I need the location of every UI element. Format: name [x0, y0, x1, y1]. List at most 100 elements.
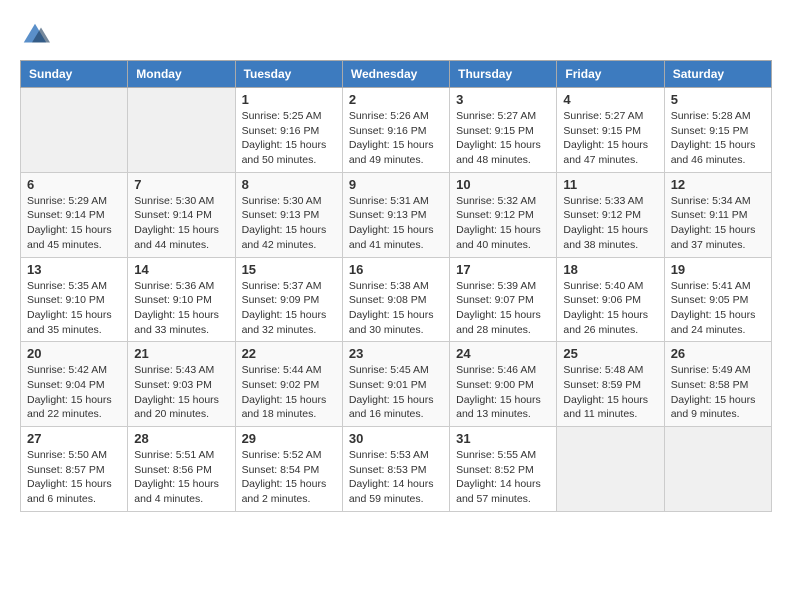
day-info: Sunrise: 5:31 AM Sunset: 9:13 PM Dayligh… [349, 194, 443, 253]
day-number: 2 [349, 92, 443, 107]
day-number: 19 [671, 262, 765, 277]
day-info: Sunrise: 5:38 AM Sunset: 9:08 PM Dayligh… [349, 279, 443, 338]
calendar-cell: 23 Sunrise: 5:45 AM Sunset: 9:01 PM Dayli… [342, 342, 449, 427]
day-info: Sunrise: 5:28 AM Sunset: 9:15 PM Dayligh… [671, 109, 765, 168]
day-info: Sunrise: 5:34 AM Sunset: 9:11 PM Dayligh… [671, 194, 765, 253]
day-number: 21 [134, 346, 228, 361]
logo [20, 20, 54, 50]
calendar-cell: 6 Sunrise: 5:29 AM Sunset: 9:14 PM Daylig… [21, 172, 128, 257]
logo-icon [20, 20, 50, 50]
calendar-cell [664, 427, 771, 512]
calendar-cell: 8Sunrise: 5:30 AM Sunset: 9:13 PM Daylig… [235, 172, 342, 257]
day-number: 28 [134, 431, 228, 446]
calendar-body: 1Sunrise: 5:25 AM Sunset: 9:16 PM Daylig… [21, 88, 772, 512]
day-number: 9 [349, 177, 443, 192]
calendar-cell: 12 Sunrise: 5:34 AM Sunset: 9:11 PM Dayli… [664, 172, 771, 257]
day-info: Sunrise: 5:39 AM Sunset: 9:07 PM Dayligh… [456, 279, 550, 338]
day-number: 30 [349, 431, 443, 446]
header-cell-monday: Monday [128, 61, 235, 88]
calendar-cell: 31Sunrise: 5:55 AM Sunset: 8:52 PM Dayli… [450, 427, 557, 512]
day-number: 1 [242, 92, 336, 107]
calendar-cell: 4 Sunrise: 5:27 AM Sunset: 9:15 PM Daylig… [557, 88, 664, 173]
calendar-cell: 30Sunrise: 5:53 AM Sunset: 8:53 PM Dayli… [342, 427, 449, 512]
calendar-cell: 25 Sunrise: 5:48 AM Sunset: 8:59 PM Dayli… [557, 342, 664, 427]
header-cell-saturday: Saturday [664, 61, 771, 88]
week-row: 6 Sunrise: 5:29 AM Sunset: 9:14 PM Daylig… [21, 172, 772, 257]
day-number: 5 [671, 92, 765, 107]
day-info: Sunrise: 5:55 AM Sunset: 8:52 PM Dayligh… [456, 448, 550, 507]
day-info: Sunrise: 5:35 AM Sunset: 9:10 PM Dayligh… [27, 279, 121, 338]
calendar-cell: 10 Sunrise: 5:32 AM Sunset: 9:12 PM Dayli… [450, 172, 557, 257]
calendar-cell: 19 Sunrise: 5:41 AM Sunset: 9:05 PM Dayli… [664, 257, 771, 342]
day-number: 25 [563, 346, 657, 361]
calendar-cell: 7Sunrise: 5:30 AM Sunset: 9:14 PM Daylig… [128, 172, 235, 257]
calendar-cell: 16 Sunrise: 5:38 AM Sunset: 9:08 PM Dayli… [342, 257, 449, 342]
day-number: 12 [671, 177, 765, 192]
day-info: Sunrise: 5:40 AM Sunset: 9:06 PM Dayligh… [563, 279, 657, 338]
day-number: 4 [563, 92, 657, 107]
calendar-cell: 28 Sunrise: 5:51 AM Sunset: 8:56 PM Dayli… [128, 427, 235, 512]
day-info: Sunrise: 5:33 AM Sunset: 9:12 PM Dayligh… [563, 194, 657, 253]
day-number: 10 [456, 177, 550, 192]
week-row: 20 Sunrise: 5:42 AM Sunset: 9:04 PM Dayli… [21, 342, 772, 427]
day-number: 17 [456, 262, 550, 277]
header-cell-sunday: Sunday [21, 61, 128, 88]
day-info: Sunrise: 5:45 AM Sunset: 9:01 PM Dayligh… [349, 363, 443, 422]
day-info: Sunrise: 5:29 AM Sunset: 9:14 PM Dayligh… [27, 194, 121, 253]
day-info: Sunrise: 5:44 AM Sunset: 9:02 PM Dayligh… [242, 363, 336, 422]
calendar-cell: 17 Sunrise: 5:39 AM Sunset: 9:07 PM Dayli… [450, 257, 557, 342]
calendar-cell [21, 88, 128, 173]
day-info: Sunrise: 5:43 AM Sunset: 9:03 PM Dayligh… [134, 363, 228, 422]
day-number: 15 [242, 262, 336, 277]
header-cell-thursday: Thursday [450, 61, 557, 88]
day-info: Sunrise: 5:52 AM Sunset: 8:54 PM Dayligh… [242, 448, 336, 507]
calendar-cell: 3 Sunrise: 5:27 AM Sunset: 9:15 PM Daylig… [450, 88, 557, 173]
calendar-cell: 1Sunrise: 5:25 AM Sunset: 9:16 PM Daylig… [235, 88, 342, 173]
day-info: Sunrise: 5:30 AM Sunset: 9:14 PM Dayligh… [134, 194, 228, 253]
calendar-cell [557, 427, 664, 512]
day-info: Sunrise: 5:32 AM Sunset: 9:12 PM Dayligh… [456, 194, 550, 253]
calendar-cell: 5 Sunrise: 5:28 AM Sunset: 9:15 PM Daylig… [664, 88, 771, 173]
calendar-cell: 9 Sunrise: 5:31 AM Sunset: 9:13 PM Daylig… [342, 172, 449, 257]
day-info: Sunrise: 5:49 AM Sunset: 8:58 PM Dayligh… [671, 363, 765, 422]
day-number: 24 [456, 346, 550, 361]
calendar-cell [128, 88, 235, 173]
day-info: Sunrise: 5:51 AM Sunset: 8:56 PM Dayligh… [134, 448, 228, 507]
header-cell-wednesday: Wednesday [342, 61, 449, 88]
day-number: 23 [349, 346, 443, 361]
day-number: 11 [563, 177, 657, 192]
day-info: Sunrise: 5:42 AM Sunset: 9:04 PM Dayligh… [27, 363, 121, 422]
week-row: 13 Sunrise: 5:35 AM Sunset: 9:10 PM Dayli… [21, 257, 772, 342]
day-info: Sunrise: 5:36 AM Sunset: 9:10 PM Dayligh… [134, 279, 228, 338]
calendar-cell: 14 Sunrise: 5:36 AM Sunset: 9:10 PM Dayli… [128, 257, 235, 342]
day-number: 8 [242, 177, 336, 192]
calendar-cell: 27Sunrise: 5:50 AM Sunset: 8:57 PM Dayli… [21, 427, 128, 512]
day-number: 20 [27, 346, 121, 361]
calendar-cell: 15 Sunrise: 5:37 AM Sunset: 9:09 PM Dayli… [235, 257, 342, 342]
day-number: 13 [27, 262, 121, 277]
day-info: Sunrise: 5:26 AM Sunset: 9:16 PM Dayligh… [349, 109, 443, 168]
calendar-cell: 21 Sunrise: 5:43 AM Sunset: 9:03 PM Dayli… [128, 342, 235, 427]
day-info: Sunrise: 5:48 AM Sunset: 8:59 PM Dayligh… [563, 363, 657, 422]
page-header [20, 20, 772, 50]
day-info: Sunrise: 5:46 AM Sunset: 9:00 PM Dayligh… [456, 363, 550, 422]
day-number: 29 [242, 431, 336, 446]
day-info: Sunrise: 5:27 AM Sunset: 9:15 PM Dayligh… [563, 109, 657, 168]
day-number: 14 [134, 262, 228, 277]
calendar-cell: 18Sunrise: 5:40 AM Sunset: 9:06 PM Dayli… [557, 257, 664, 342]
day-number: 26 [671, 346, 765, 361]
calendar-cell: 11 Sunrise: 5:33 AM Sunset: 9:12 PM Dayli… [557, 172, 664, 257]
week-row: 1Sunrise: 5:25 AM Sunset: 9:16 PM Daylig… [21, 88, 772, 173]
day-number: 6 [27, 177, 121, 192]
calendar-header: SundayMondayTuesdayWednesdayThursdayFrid… [21, 61, 772, 88]
calendar-table: SundayMondayTuesdayWednesdayThursdayFrid… [20, 60, 772, 512]
day-number: 16 [349, 262, 443, 277]
day-info: Sunrise: 5:41 AM Sunset: 9:05 PM Dayligh… [671, 279, 765, 338]
calendar-cell: 2 Sunrise: 5:26 AM Sunset: 9:16 PM Daylig… [342, 88, 449, 173]
day-info: Sunrise: 5:37 AM Sunset: 9:09 PM Dayligh… [242, 279, 336, 338]
day-info: Sunrise: 5:27 AM Sunset: 9:15 PM Dayligh… [456, 109, 550, 168]
calendar-cell: 13 Sunrise: 5:35 AM Sunset: 9:10 PM Dayli… [21, 257, 128, 342]
calendar-cell: 29 Sunrise: 5:52 AM Sunset: 8:54 PM Dayli… [235, 427, 342, 512]
day-number: 3 [456, 92, 550, 107]
calendar-cell: 24 Sunrise: 5:46 AM Sunset: 9:00 PM Dayli… [450, 342, 557, 427]
